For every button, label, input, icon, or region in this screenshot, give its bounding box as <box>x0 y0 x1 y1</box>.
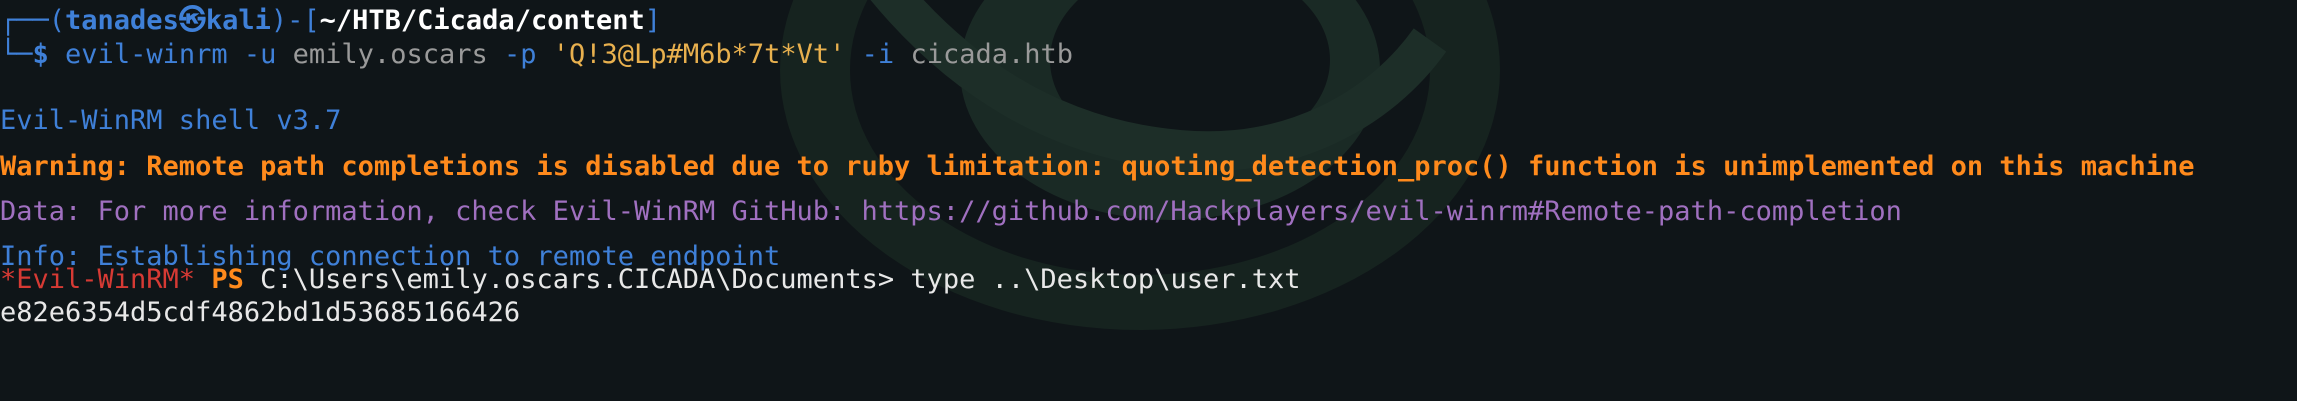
result-line: e82e6354d5cdf4862bd1d53685166426 <box>0 297 521 328</box>
terminal-window[interactable]: ┌──(tanades㉿kali)-[~/HTB/Cicada/content]… <box>0 0 2297 401</box>
prompt-corner-top: ┌──( <box>0 5 66 36</box>
command-flag-host: -i <box>861 39 895 70</box>
banner-line: Evil-WinRM shell v3.7 <box>0 105 342 136</box>
command-flag-user: -u <box>243 39 277 70</box>
command-host: cicada.htb <box>910 39 1073 70</box>
prompt-line-top: ┌──(tanades㉿kali)-[~/HTB/Cicada/content] <box>0 4 661 38</box>
command-password: 'Q!3@Lp#M6b*7t*Vt' <box>552 39 846 70</box>
command-line: └─$ evil-winrm -u emily.oscars -p 'Q!3@L… <box>0 38 1073 72</box>
ps-prompt-line: *Evil-WinRM* PS C:\Users\emily.oscars.CI… <box>0 263 1301 297</box>
command-username: emily.oscars <box>292 39 488 70</box>
command-program: evil-winrm <box>65 39 228 70</box>
ps-cwd: C:\Users\emily.oscars.CICADA\Documents> <box>260 264 895 295</box>
data-line: Data: For more information, check Evil-W… <box>0 196 1902 227</box>
prompt-user: tanades㉿kali <box>65 5 271 36</box>
prompt-separator: )-[ <box>270 5 320 36</box>
command-flag-pass: -p <box>504 39 537 70</box>
ps-label: PS <box>211 264 244 295</box>
prompt-dollar: $ <box>32 39 49 70</box>
ps-command: type ..\Desktop\user.txt <box>910 264 1301 295</box>
ps-tag: *Evil-WinRM* <box>0 264 196 295</box>
prompt-path: ~/HTB/Cicada/content <box>319 5 645 36</box>
prompt-close: ] <box>644 5 661 36</box>
prompt-corner-bottom: └─ <box>0 39 33 70</box>
warning-line: Warning: Remote path completions is disa… <box>0 151 2195 182</box>
